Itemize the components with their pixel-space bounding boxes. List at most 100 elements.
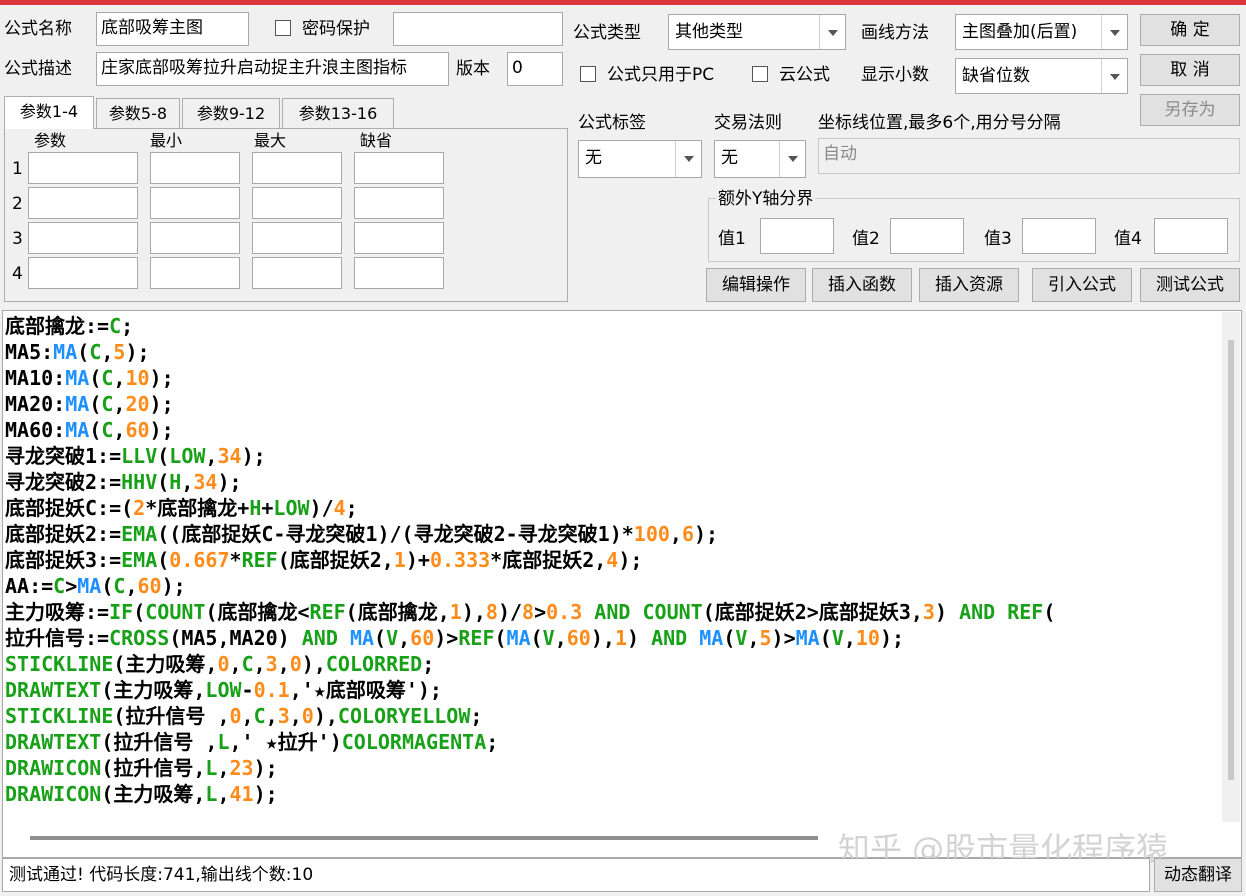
code-token: EMA [121,522,158,546]
code-token: MA5: [5,340,54,364]
code-token: ) [934,600,960,624]
param-min-field[interactable] [150,257,240,289]
code-line[interactable]: 底部捉妖C:=(2*底部擒龙+H+LOW)/4; [5,495,1221,521]
param-header-name: 参数 [34,131,67,150]
vertical-scrollbar-thumb[interactable] [1228,340,1234,780]
code-line[interactable]: STICKLINE(主力吸筹,0,C,3,0),COLORRED; [5,651,1221,677]
code-line[interactable]: 拉升信号:=CROSS(MA5,MA20) AND MA(V,60)>REF(M… [5,625,1221,651]
code-token: STICKLINE [5,704,114,728]
code-line[interactable]: 底部擒龙:=C; [5,313,1221,339]
version-label: 版本 [456,59,490,79]
code-token: DRAWICON [5,782,102,806]
draw-method-select[interactable]: 主图叠加(后置) [955,14,1128,50]
insert-resource-button[interactable]: 插入资源 [919,268,1019,302]
tab-params-9-12[interactable]: 参数9-12 [182,98,280,128]
test-formula-button[interactable]: 测试公式 [1140,268,1240,302]
code-token: REF [241,548,278,572]
value1-input[interactable] [760,218,834,254]
code-token: 10 [855,626,880,650]
param-name-field[interactable] [28,222,138,254]
param-max-field[interactable] [252,152,342,184]
code-token: DRAWICON [5,756,102,780]
code-line[interactable]: 寻龙突破1:=LLV(LOW,34); [5,443,1221,469]
code-line[interactable]: AA:=C>MA(C,60); [5,573,1221,599]
code-token: MA [65,418,90,442]
trade-rule-select[interactable]: 无 [714,140,806,178]
code-token: , [205,444,218,468]
tab-params-1-4[interactable]: 参数1-4 [4,96,94,129]
param-default-field[interactable] [354,187,444,219]
code-line[interactable]: 主力吸筹:=IF(COUNT(底部擒龙<REF(底部擒龙,1),8)/8>0.3… [5,599,1221,625]
code-line[interactable]: MA60:MA(C,60); [5,417,1221,443]
param-default-field[interactable] [354,152,444,184]
cancel-button[interactable]: 取 消 [1140,54,1240,86]
code-line[interactable]: 寻龙突破2:=HHV(H,34); [5,469,1221,495]
password-input[interactable] [393,12,563,46]
value2-input[interactable] [890,218,964,254]
code-line[interactable]: DRAWTEXT(主力吸筹,LOW-0.1,'★底部吸筹'); [5,677,1221,703]
code-line[interactable]: 底部捉妖3:=EMA(0.667*REF(底部捉妖2,1)+0.333*底部捉妖… [5,547,1221,573]
code-token: , [229,652,242,676]
code-token: 4 [333,496,346,520]
code-token: , [113,366,126,390]
code-token: CROSS [109,626,170,650]
param-min-field[interactable] [150,187,240,219]
value3-input[interactable] [1022,218,1096,254]
param-max-field[interactable] [252,222,342,254]
code-line[interactable]: STICKLINE(拉升信号 ,0,C,3,0),COLORYELLOW; [5,703,1221,729]
code-token: 0.1 [253,678,290,702]
code-token: , [125,574,138,598]
code-token: 主力吸筹:= [5,600,110,624]
param-default-field[interactable] [354,257,444,289]
param-name-field[interactable] [28,152,138,184]
code-token: MA [506,626,531,650]
code-token: C [101,366,114,390]
param-name-field[interactable] [28,187,138,219]
value4-input[interactable] [1154,218,1228,254]
param-name-field[interactable] [28,257,138,289]
ok-button[interactable]: 确 定 [1140,14,1240,46]
param-header-min: 最小 [150,131,183,150]
dynamic-translate-button[interactable]: 动态翻译 [1154,858,1242,892]
code-token: 0 [229,704,242,728]
code-token: 60 [566,626,591,650]
code-line[interactable]: DRAWICON(主力吸筹,L,41); [5,781,1221,807]
insert-function-button[interactable]: 插入函数 [812,268,912,302]
formula-desc-label: 公式描述 [4,59,72,79]
decimals-select[interactable]: 缺省位数 [955,58,1128,94]
pc-only-checkbox[interactable] [580,66,596,82]
axis-position-input[interactable]: 自动 [818,138,1240,174]
code-editor[interactable]: 底部擒龙:=C; MA5:MA(C,5); MA10:MA(C,10); MA20:M… [2,310,1242,858]
formula-name-input[interactable]: 底部吸筹主图 [96,12,249,46]
code-token: C [109,314,122,338]
param-max-field[interactable] [252,257,342,289]
param-min-field[interactable] [150,152,240,184]
tab-params-5-8[interactable]: 参数5-8 [96,98,180,128]
param-default-field[interactable] [354,222,444,254]
password-checkbox[interactable] [275,20,291,36]
horizontal-scrollbar-thumb[interactable] [30,836,818,840]
formula-desc-input[interactable]: 庄家底部吸筹拉升启动捉主升浪主图指标 [96,52,449,86]
code-line[interactable]: MA5:MA(C,5); [5,339,1221,365]
chevron-down-icon [779,141,805,177]
formula-type-select[interactable]: 其他类型 [668,14,846,50]
extra-y-axis-label: 额外Y轴分界 [716,188,816,210]
param-min-field[interactable] [150,222,240,254]
param-max-field[interactable] [252,187,342,219]
code-text[interactable]: 底部擒龙:=C; MA5:MA(C,5); MA10:MA(C,10); MA20:M… [5,313,1221,807]
import-formula-button[interactable]: 引入公式 [1032,268,1132,302]
tab-params-13-16[interactable]: 参数13-16 [282,98,394,128]
cloud-formula-checkbox[interactable] [752,66,768,82]
code-line[interactable]: MA10:MA(C,10); [5,365,1221,391]
code-line[interactable]: 底部捉妖2:=EMA((底部捉妖C-寻龙突破1)/(寻龙突破2-寻龙突破1)*1… [5,521,1221,547]
edit-ops-button[interactable]: 编辑操作 [706,268,806,302]
code-line[interactable]: MA20:MA(C,20); [5,391,1221,417]
code-token: ( [1043,600,1056,624]
code-line[interactable]: DRAWTEXT(拉升信号 ,L,' ★拉升')COLORMAGENTA; [5,729,1221,755]
code-token: , [265,704,278,728]
save-as-button[interactable]: 另存为 [1140,94,1240,126]
code-line[interactable]: DRAWICON(拉升信号,L,23); [5,755,1221,781]
formula-tag-select[interactable]: 无 [578,140,702,178]
code-token: AND REF [959,600,1044,624]
version-input[interactable]: 0 [507,52,563,86]
